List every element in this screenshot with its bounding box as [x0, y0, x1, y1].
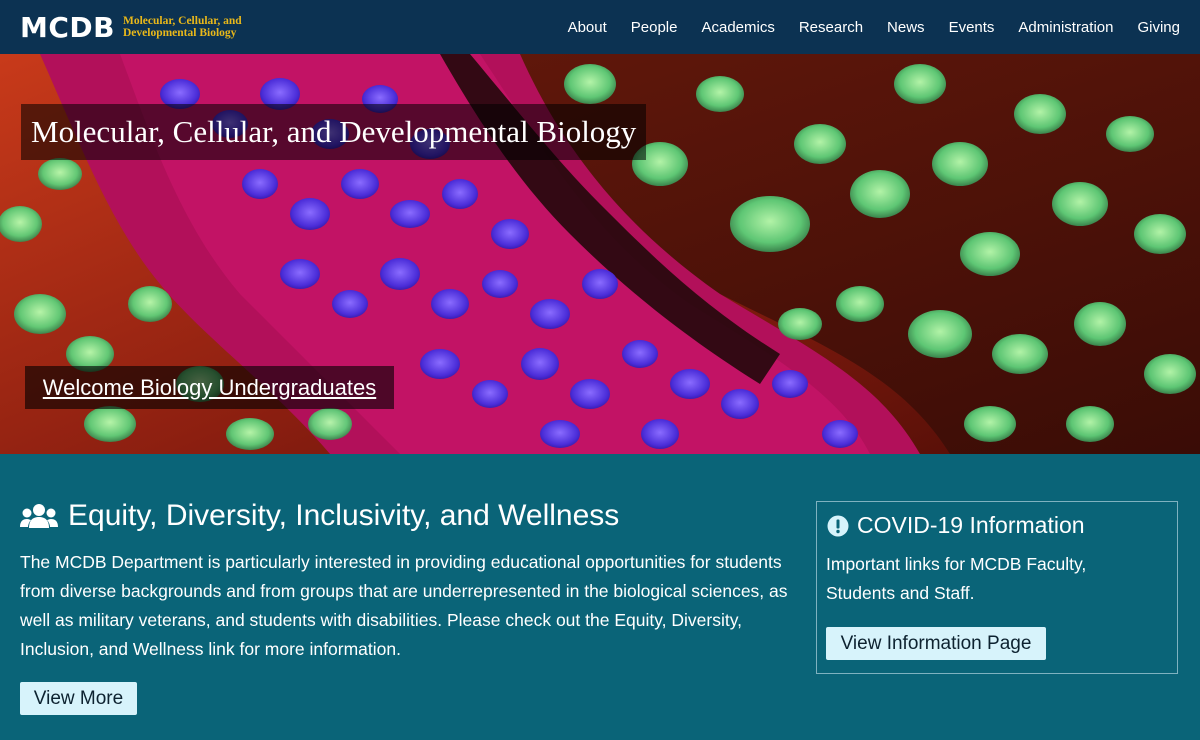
- logo-subtitle: Molecular, Cellular, and Developmental B…: [123, 15, 242, 40]
- view-information-page-button[interactable]: View Information Page: [826, 627, 1046, 660]
- edi-description: The MCDB Department is particularly inte…: [20, 552, 788, 659]
- main-menu: About People Academics Research News Eve…: [544, 0, 1180, 54]
- nav-giving[interactable]: Giving: [1137, 19, 1180, 36]
- site-logo[interactable]: MCDB Molecular, Cellular, and Developmen…: [20, 10, 242, 44]
- hero-banner: Molecular, Cellular, and Developmental B…: [0, 54, 1200, 454]
- users-icon: [20, 504, 58, 528]
- content-section: Equity, Diversity, Inclusivity, and Well…: [0, 454, 1200, 740]
- covid-description: Important links for MCDB Faculty, Studen…: [826, 554, 1087, 603]
- edi-title: Equity, Diversity, Inclusivity, and Well…: [68, 499, 620, 532]
- logo-line-2: Developmental Biology: [123, 27, 237, 39]
- logo-mark: MCDB: [20, 10, 115, 44]
- nav-about[interactable]: About: [568, 19, 607, 36]
- covid-info-box: COVID-19 Information Important links for…: [816, 501, 1178, 674]
- covid-title: COVID-19 Information: [857, 512, 1085, 538]
- nav-administration[interactable]: Administration: [1018, 19, 1113, 36]
- top-nav: MCDB Molecular, Cellular, and Developmen…: [0, 0, 1200, 54]
- nav-events[interactable]: Events: [949, 19, 995, 36]
- nav-people[interactable]: People: [631, 19, 678, 36]
- hero-title: Molecular, Cellular, and Developmental B…: [21, 104, 647, 160]
- exclamation-circle-icon: [827, 515, 849, 536]
- nav-news[interactable]: News: [887, 19, 925, 36]
- covid-heading: COVID-19 Information: [827, 512, 1085, 539]
- edi-heading: Equity, Diversity, Inclusivity, and Well…: [20, 499, 619, 533]
- nav-academics[interactable]: Academics: [701, 19, 774, 36]
- view-more-button[interactable]: View More: [20, 682, 137, 715]
- welcome-undergrad-link[interactable]: Welcome Biology Undergraduates: [25, 366, 394, 409]
- logo-line-1: Molecular, Cellular, and: [123, 14, 242, 27]
- nav-research[interactable]: Research: [799, 19, 863, 36]
